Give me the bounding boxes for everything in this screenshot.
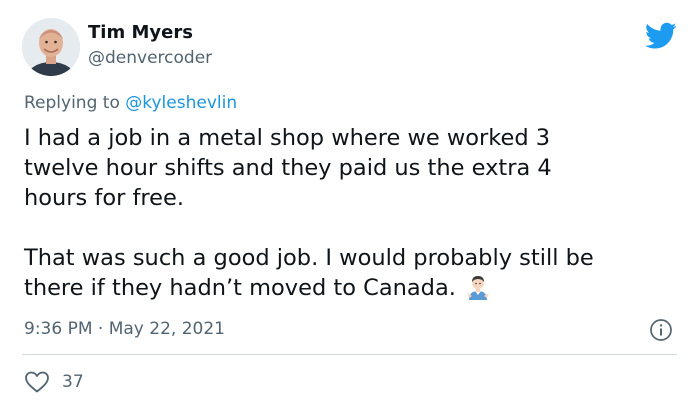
avatar-photo [22,18,80,76]
avatar[interactable] [22,18,80,76]
like-count: 37 [62,372,84,392]
like-button[interactable]: 37 [24,370,84,394]
reply-mention-link[interactable]: @kyleshevlin [125,93,237,113]
man-shrugging-emoji-icon [466,276,489,300]
author-name[interactable]: Tim Myers [88,22,193,44]
tweet-paragraph-2: That was such a good job. I would probab… [24,245,594,301]
divider [22,354,677,355]
reply-prefix: Replying to [24,93,126,113]
tweet-paragraph-2-wrap: That was such a good job. I would probab… [24,243,684,303]
tweet-timestamp[interactable]: 9:36 PM · May 22, 2021 [24,318,225,340]
tweet-paragraph-1: I had a job in a metal shop where we wor… [24,125,552,211]
twitter-bird-icon[interactable] [645,22,677,50]
reply-context: Replying to @kyleshevlin [24,92,237,114]
heart-icon [25,371,49,393]
tweet-body: I had a job in a metal shop where we wor… [24,123,684,303]
author-handle[interactable]: @denvercoder [88,47,212,69]
info-icon[interactable] [649,318,673,342]
